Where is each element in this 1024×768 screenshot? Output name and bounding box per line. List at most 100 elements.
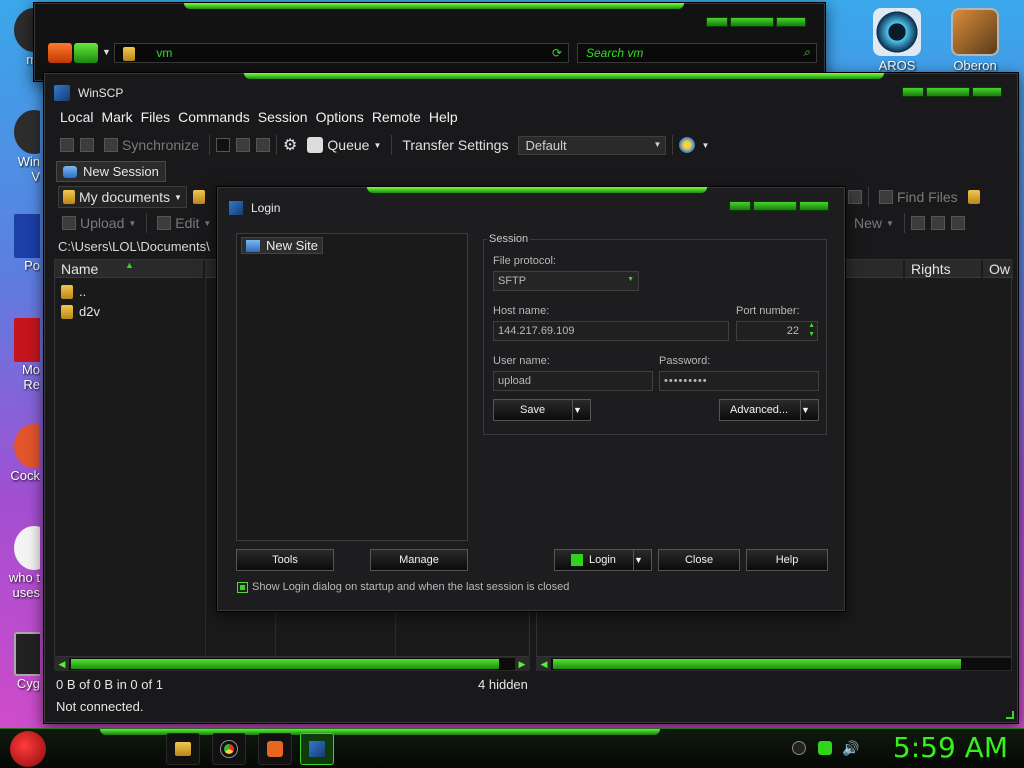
address-bar[interactable]: vm ⟳: [114, 43, 569, 63]
edit-icon: [157, 216, 172, 230]
advanced-button[interactable]: Advanced... ▼: [719, 399, 819, 421]
forward-button[interactable]: [74, 43, 98, 63]
site-tree[interactable]: New Site: [236, 233, 468, 541]
desktop-icon-partial-4[interactable]: Mo Re: [0, 318, 40, 402]
desktop-icon-aros[interactable]: AROS: [862, 8, 932, 73]
right-horizontal-scrollbar[interactable]: ◀: [536, 657, 1012, 671]
browse-icon[interactable]: [80, 138, 94, 152]
menu-session[interactable]: Session: [254, 107, 312, 127]
menu-help[interactable]: Help: [425, 107, 462, 127]
folder-icon[interactable]: [967, 190, 980, 204]
transfer-settings-select[interactable]: Default ▼: [518, 135, 667, 155]
tools-button[interactable]: Tools: [236, 549, 334, 571]
chevron-down-icon: ▼: [203, 218, 212, 228]
refresh-icon[interactable]: ⟳: [552, 46, 562, 60]
open-folder-icon[interactable]: [192, 190, 205, 204]
file-protocol-select[interactable]: SFTP ▼: [493, 271, 639, 291]
refresh-icon[interactable]: [848, 190, 862, 204]
terminal-icon[interactable]: [256, 138, 271, 152]
maximize-button[interactable]: [926, 87, 970, 97]
scroll-left-icon[interactable]: ◀: [55, 658, 69, 670]
edit-button[interactable]: Edit ▼: [153, 213, 215, 233]
scroll-thumb[interactable]: [553, 659, 961, 669]
menu-files[interactable]: Files: [137, 107, 175, 127]
desktop-icon-partial-6[interactable]: who t uses: [0, 526, 40, 616]
taskbar-winscp[interactable]: [300, 733, 334, 765]
help-button[interactable]: Help: [746, 549, 828, 571]
queue-button[interactable]: Queue ▼: [303, 135, 385, 155]
login-button[interactable]: Login ▼: [554, 549, 652, 571]
desktop-icon-partial-5[interactable]: Cock: [0, 424, 40, 492]
find-files-button[interactable]: Find Files: [875, 187, 962, 207]
taskbar-explorer[interactable]: [166, 733, 200, 765]
remove-icon[interactable]: [930, 216, 945, 230]
maximize-button[interactable]: [753, 201, 797, 211]
chevron-down-icon: ▼: [174, 192, 182, 202]
minimize-button[interactable]: [902, 87, 924, 97]
chevron-down-icon[interactable]: ▼: [572, 400, 590, 420]
column-rights[interactable]: Rights: [905, 260, 981, 278]
scroll-right-icon[interactable]: ▶: [515, 658, 529, 670]
save-button[interactable]: Save ▼: [493, 399, 591, 421]
close-button[interactable]: [799, 201, 829, 211]
password-input[interactable]: •••••••••: [659, 371, 819, 391]
compare-icon[interactable]: [60, 138, 74, 152]
port-number-input[interactable]: 22 ▲ ▼: [736, 321, 818, 341]
location-select[interactable]: My documents ▼: [58, 186, 187, 208]
tree-item-new-site[interactable]: New Site: [241, 237, 324, 254]
resize-grip-icon[interactable]: [1006, 711, 1014, 719]
menu-remote[interactable]: Remote: [368, 107, 425, 127]
desktop-icon-partial-3[interactable]: Po: [0, 214, 40, 284]
add-icon[interactable]: [910, 216, 925, 230]
menu-mark[interactable]: Mark: [97, 107, 136, 127]
close-button[interactable]: Close: [658, 549, 740, 571]
putty-icon[interactable]: [236, 138, 251, 152]
network-icon[interactable]: [818, 741, 832, 755]
close-button[interactable]: [972, 87, 1002, 97]
minimize-button[interactable]: [729, 201, 751, 211]
gear-icon[interactable]: ⚙: [283, 135, 297, 155]
menu-options[interactable]: Options: [312, 107, 368, 127]
chevron-down-icon[interactable]: ▼: [701, 141, 709, 150]
manage-button[interactable]: Manage: [370, 549, 468, 571]
chevron-down-icon[interactable]: ▼: [633, 550, 651, 570]
close-button[interactable]: [776, 17, 806, 27]
left-horizontal-scrollbar[interactable]: ◀ ▶: [54, 657, 530, 671]
maximize-button[interactable]: [730, 17, 774, 27]
upload-button[interactable]: Upload ▼: [58, 213, 140, 233]
minimize-button[interactable]: [706, 17, 728, 27]
spin-down-icon[interactable]: ▼: [808, 331, 815, 338]
menu-commands[interactable]: Commands: [174, 107, 254, 127]
desktop-icon-partial-7[interactable]: Cyg: [0, 632, 40, 702]
search-input[interactable]: Search vm ⌕: [577, 43, 817, 63]
back-button[interactable]: [48, 43, 72, 63]
host-name-input[interactable]: 144.217.69.109: [493, 321, 729, 341]
start-button[interactable]: [10, 731, 46, 767]
scroll-left-icon[interactable]: ◀: [537, 658, 551, 670]
scroll-thumb[interactable]: [71, 659, 499, 669]
console-icon[interactable]: [216, 138, 231, 152]
synchronize-button[interactable]: Synchronize: [100, 135, 203, 155]
new-button[interactable]: New ▼: [850, 213, 898, 233]
user-name-input[interactable]: upload: [493, 371, 653, 391]
chevron-down-icon[interactable]: ▼: [800, 400, 818, 420]
filter-icon[interactable]: [950, 216, 965, 230]
taskbar-app[interactable]: [258, 733, 292, 765]
column-owner[interactable]: Ow: [983, 260, 1013, 278]
tab-new-session[interactable]: New Session: [56, 161, 166, 182]
desktop-icon-oberon[interactable]: Oberon: [940, 8, 1010, 73]
spin-up-icon[interactable]: ▲: [808, 322, 815, 329]
list-item[interactable]: d2v: [61, 304, 100, 319]
desktop-icon-label: Po: [24, 258, 40, 273]
tray-arrow-icon[interactable]: [792, 741, 806, 755]
column-name[interactable]: Name ▲: [55, 260, 203, 278]
volume-icon[interactable]: 🔊: [842, 741, 859, 755]
desktop-icon-partial-2[interactable]: Win V: [0, 110, 40, 190]
clock[interactable]: 5:59 AM: [893, 731, 1008, 764]
menu-local[interactable]: Local: [56, 107, 97, 127]
list-item[interactable]: ..: [61, 284, 86, 299]
globe-icon[interactable]: [679, 137, 696, 153]
taskbar-chrome[interactable]: [212, 733, 246, 765]
chevron-down-icon[interactable]: ▼: [102, 47, 111, 57]
show-on-startup-checkbox[interactable]: Show Login dialog on startup and when th…: [237, 581, 569, 593]
